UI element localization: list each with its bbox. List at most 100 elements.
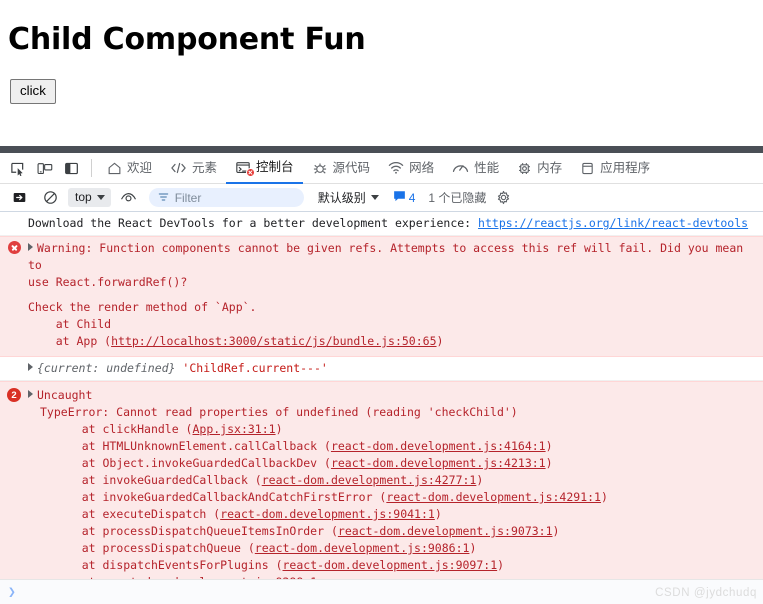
expand-arrow-icon[interactable] xyxy=(28,390,33,398)
device-toolbar-icon[interactable] xyxy=(31,155,58,182)
log-level-select[interactable]: 默认级别 xyxy=(318,189,379,206)
tab-console-label: 控制台 xyxy=(256,159,294,174)
error-count-badge: 2 xyxy=(7,388,21,402)
devtools-tab-strip: 欢迎 元素 控制台 源代码 网络 性能 内存 应用程序 xyxy=(0,153,763,184)
error-line-suffix: ) xyxy=(434,507,442,521)
tab-performance-label: 性能 xyxy=(474,160,500,175)
web-page-viewport: Child Component Fun click xyxy=(0,0,763,146)
info-message-count[interactable]: 4 xyxy=(393,190,416,205)
click-button[interactable]: click xyxy=(10,79,56,104)
memory-icon xyxy=(517,161,532,176)
tab-elements-label: 元素 xyxy=(192,160,218,175)
console-message-log[interactable]: {current: undefined} 'ChildRef.current--… xyxy=(0,357,763,381)
performance-icon xyxy=(452,161,469,175)
error-line: use React.forwardRef()? xyxy=(28,275,188,289)
clear-console-icon[interactable] xyxy=(6,184,33,211)
log-string-value: 'ChildRef.current---' xyxy=(182,361,328,375)
no-entry-icon[interactable] xyxy=(37,184,64,211)
expand-arrow-icon[interactable] xyxy=(28,363,33,371)
stack-link[interactable]: react-dom.development.js:9097:1 xyxy=(283,558,498,572)
console-filter-input[interactable]: Filter xyxy=(148,188,304,207)
console-message-text: Warning: Function components cannot be g… xyxy=(28,240,755,291)
error-line: at HTMLUnknownElement.callCallback ( xyxy=(54,439,331,453)
stack-link[interactable]: react-dom.development.js:9288:1 xyxy=(102,575,317,579)
error-line-suffix: ) xyxy=(497,558,505,572)
error-line-suffix: ) xyxy=(476,473,484,487)
tab-performance[interactable]: 性能 xyxy=(443,153,508,184)
object-preview[interactable]: {current: undefined} xyxy=(37,361,175,375)
error-line: at invokeGuardedCallback ( xyxy=(54,473,262,487)
error-line: at clickHandle ( xyxy=(54,422,193,436)
stack-link[interactable]: react-dom.development.js:4277:1 xyxy=(262,473,477,487)
hidden-messages-label[interactable]: 1 个已隐藏 xyxy=(428,189,486,206)
error-line-suffix: ) xyxy=(469,541,477,555)
expand-arrow-icon[interactable] xyxy=(28,243,33,251)
execution-context-value: top xyxy=(75,190,92,204)
network-icon xyxy=(388,161,404,175)
console-message-error-uncaught[interactable]: 2 Uncaught TypeError: Cannot read propert… xyxy=(0,381,763,579)
console-message-text: {current: undefined} 'ChildRef.current--… xyxy=(28,360,755,377)
error-line: at processDispatchQueueItemsInOrder ( xyxy=(54,524,338,538)
application-icon xyxy=(580,161,595,176)
stack-link[interactable]: react-dom.development.js:4164:1 xyxy=(331,439,546,453)
console-error-indicator-icon xyxy=(246,167,256,177)
sources-icon xyxy=(312,161,328,176)
error-line: at Object.invokeGuardedCallbackDev ( xyxy=(54,456,331,470)
error-line-suffix: ) xyxy=(552,524,560,538)
chevron-down-icon xyxy=(96,194,105,200)
error-icon xyxy=(7,241,21,254)
dock-side-icon[interactable] xyxy=(58,155,85,182)
error-line-suffix: ) xyxy=(545,439,553,453)
stack-link[interactable]: react-dom.development.js:4213:1 xyxy=(331,456,546,470)
error-line: at processDispatchQueue ( xyxy=(54,541,255,555)
react-devtools-link[interactable]: https://reactjs.org/link/react-devtools xyxy=(478,216,748,230)
bundle-js-link[interactable]: http://localhost:3000/static/js/bundle.j… xyxy=(111,334,436,348)
gear-icon[interactable] xyxy=(496,190,511,205)
stack-link[interactable]: react-dom.development.js:9086:1 xyxy=(255,541,470,555)
error-line: at dispatchEventsForPlugins ( xyxy=(54,558,283,572)
error-line-suffix: ) xyxy=(545,456,553,470)
tab-welcome-label: 欢迎 xyxy=(127,160,153,175)
code-icon xyxy=(170,161,187,175)
error-line: at Child xyxy=(28,317,112,331)
filter-funnel-icon xyxy=(158,189,169,207)
error-count-badge-column: 2 xyxy=(0,387,28,402)
tab-welcome[interactable]: 欢迎 xyxy=(98,153,161,184)
error-line: Warning: Function components cannot be g… xyxy=(28,241,751,272)
prompt-caret-icon: ❯ xyxy=(8,584,16,600)
tab-network-label: 网络 xyxy=(409,160,435,175)
stack-link[interactable]: App.jsx:31:1 xyxy=(192,422,275,436)
console-message-error-warning[interactable]: Warning: Function components cannot be g… xyxy=(0,236,763,291)
console-message-text: Download the React DevTools for a better… xyxy=(28,215,755,232)
error-line: Check the render method of `App`. xyxy=(28,300,257,314)
info-count-value: 4 xyxy=(408,190,416,205)
info-speech-bubble-icon xyxy=(393,190,406,205)
tab-sources[interactable]: 源代码 xyxy=(303,153,380,184)
tab-elements[interactable]: 元素 xyxy=(161,153,226,184)
console-message-error-stack[interactable]: Check the render method of `App`. at Chi… xyxy=(0,291,763,357)
stack-link[interactable]: react-dom.development.js:9041:1 xyxy=(220,507,435,521)
error-line-suffix: ) xyxy=(275,422,283,436)
info-text: Download the React DevTools for a better… xyxy=(28,216,479,230)
toolbar-divider xyxy=(91,159,92,177)
filter-placeholder-text: Filter xyxy=(174,190,202,205)
stack-link[interactable]: react-dom.development.js:4291:1 xyxy=(386,490,601,504)
console-input-prompt[interactable]: ❯ xyxy=(0,579,763,604)
error-badge-column xyxy=(0,299,28,300)
tab-memory-label: 内存 xyxy=(537,160,563,175)
tab-network[interactable]: 网络 xyxy=(379,153,443,184)
tab-memory[interactable]: 内存 xyxy=(508,153,571,184)
tab-application[interactable]: 应用程序 xyxy=(571,153,659,184)
home-icon xyxy=(107,161,122,176)
live-expression-eye-icon[interactable] xyxy=(115,184,142,211)
console-message-info[interactable]: Download the React DevTools for a better… xyxy=(0,212,763,236)
console-icon xyxy=(235,160,256,177)
chevron-down-icon xyxy=(370,195,379,200)
console-message-list[interactable]: Download the React DevTools for a better… xyxy=(0,212,763,579)
tab-console[interactable]: 控制台 xyxy=(226,153,303,184)
console-filter-bar: top Filter 默认级别 4 1 个已隐藏 xyxy=(0,184,763,212)
execution-context-select[interactable]: top xyxy=(68,188,111,207)
inspect-element-icon[interactable] xyxy=(4,155,31,182)
stack-link[interactable]: react-dom.development.js:9073:1 xyxy=(338,524,553,538)
error-line: at invokeGuardedCallbackAndCatchFirstErr… xyxy=(54,490,387,504)
